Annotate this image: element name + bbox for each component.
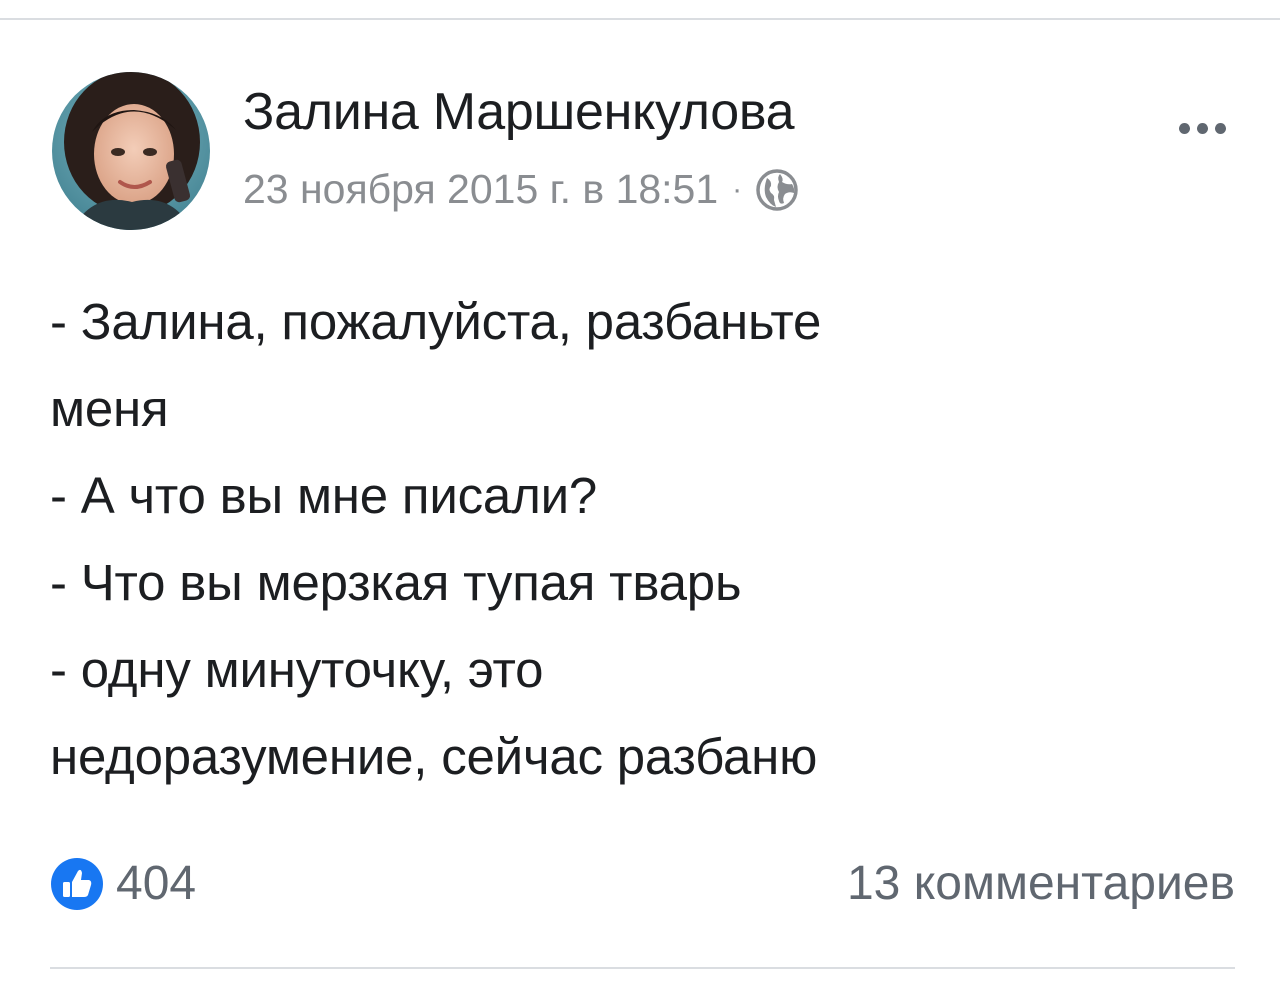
meta-separator: · xyxy=(732,172,743,206)
more-dots-icon xyxy=(1178,122,1190,134)
more-dot xyxy=(1214,122,1226,134)
avatar[interactable] xyxy=(52,72,210,230)
post-body-line: недоразумение, сейчас разбаню xyxy=(50,728,818,785)
post-footer: 404 13 комментариев xyxy=(50,856,1235,916)
post-body-line: меня xyxy=(50,380,169,437)
post-body-line: - А что вы мне писали? xyxy=(50,467,598,524)
avatar-image xyxy=(52,72,210,230)
like-count: 404 xyxy=(116,857,197,910)
post-options-button[interactable] xyxy=(1166,106,1238,150)
post-card: Залина Маршенкулова 23 ноября 2015 г. в … xyxy=(0,20,1280,987)
author-name[interactable]: Залина Маршенкулова xyxy=(243,82,795,142)
bottom-divider xyxy=(50,967,1235,969)
post-body-line: - Залина, пожалуйста, разбаньте xyxy=(50,293,822,350)
like-thumb-icon xyxy=(50,857,104,911)
post-meta: 23 ноября 2015 г. в 18:51 · xyxy=(243,166,800,213)
post-body-line: - одну минуточку, это xyxy=(50,641,544,698)
comments-count-link[interactable]: 13 комментариев xyxy=(847,856,1235,912)
reactions-summary[interactable]: 404 xyxy=(50,856,196,911)
post-body-line: - Что вы мерзкая тупая тварь xyxy=(50,554,742,611)
post-body: - Залина, пожалуйста, разбаньте меня - А… xyxy=(50,278,1230,800)
post-timestamp[interactable]: 23 ноября 2015 г. в 18:51 xyxy=(243,166,718,213)
more-dot xyxy=(1196,122,1208,134)
globe-icon[interactable] xyxy=(754,167,800,213)
